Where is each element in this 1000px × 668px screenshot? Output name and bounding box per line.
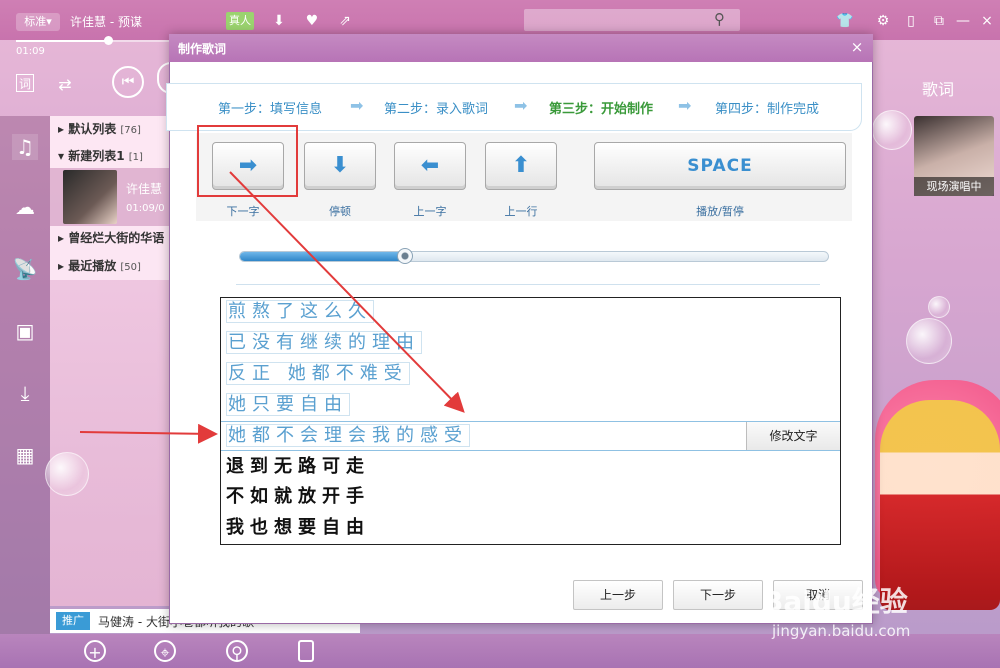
annotation-arrow-diagonal (229, 171, 465, 413)
annotation-arrows (79, 171, 465, 444)
watermark-logo: Baidu经验 (762, 585, 908, 618)
annotation-arrow-left (79, 423, 218, 444)
watermark-url: jingyan.baidu.com (772, 622, 911, 640)
